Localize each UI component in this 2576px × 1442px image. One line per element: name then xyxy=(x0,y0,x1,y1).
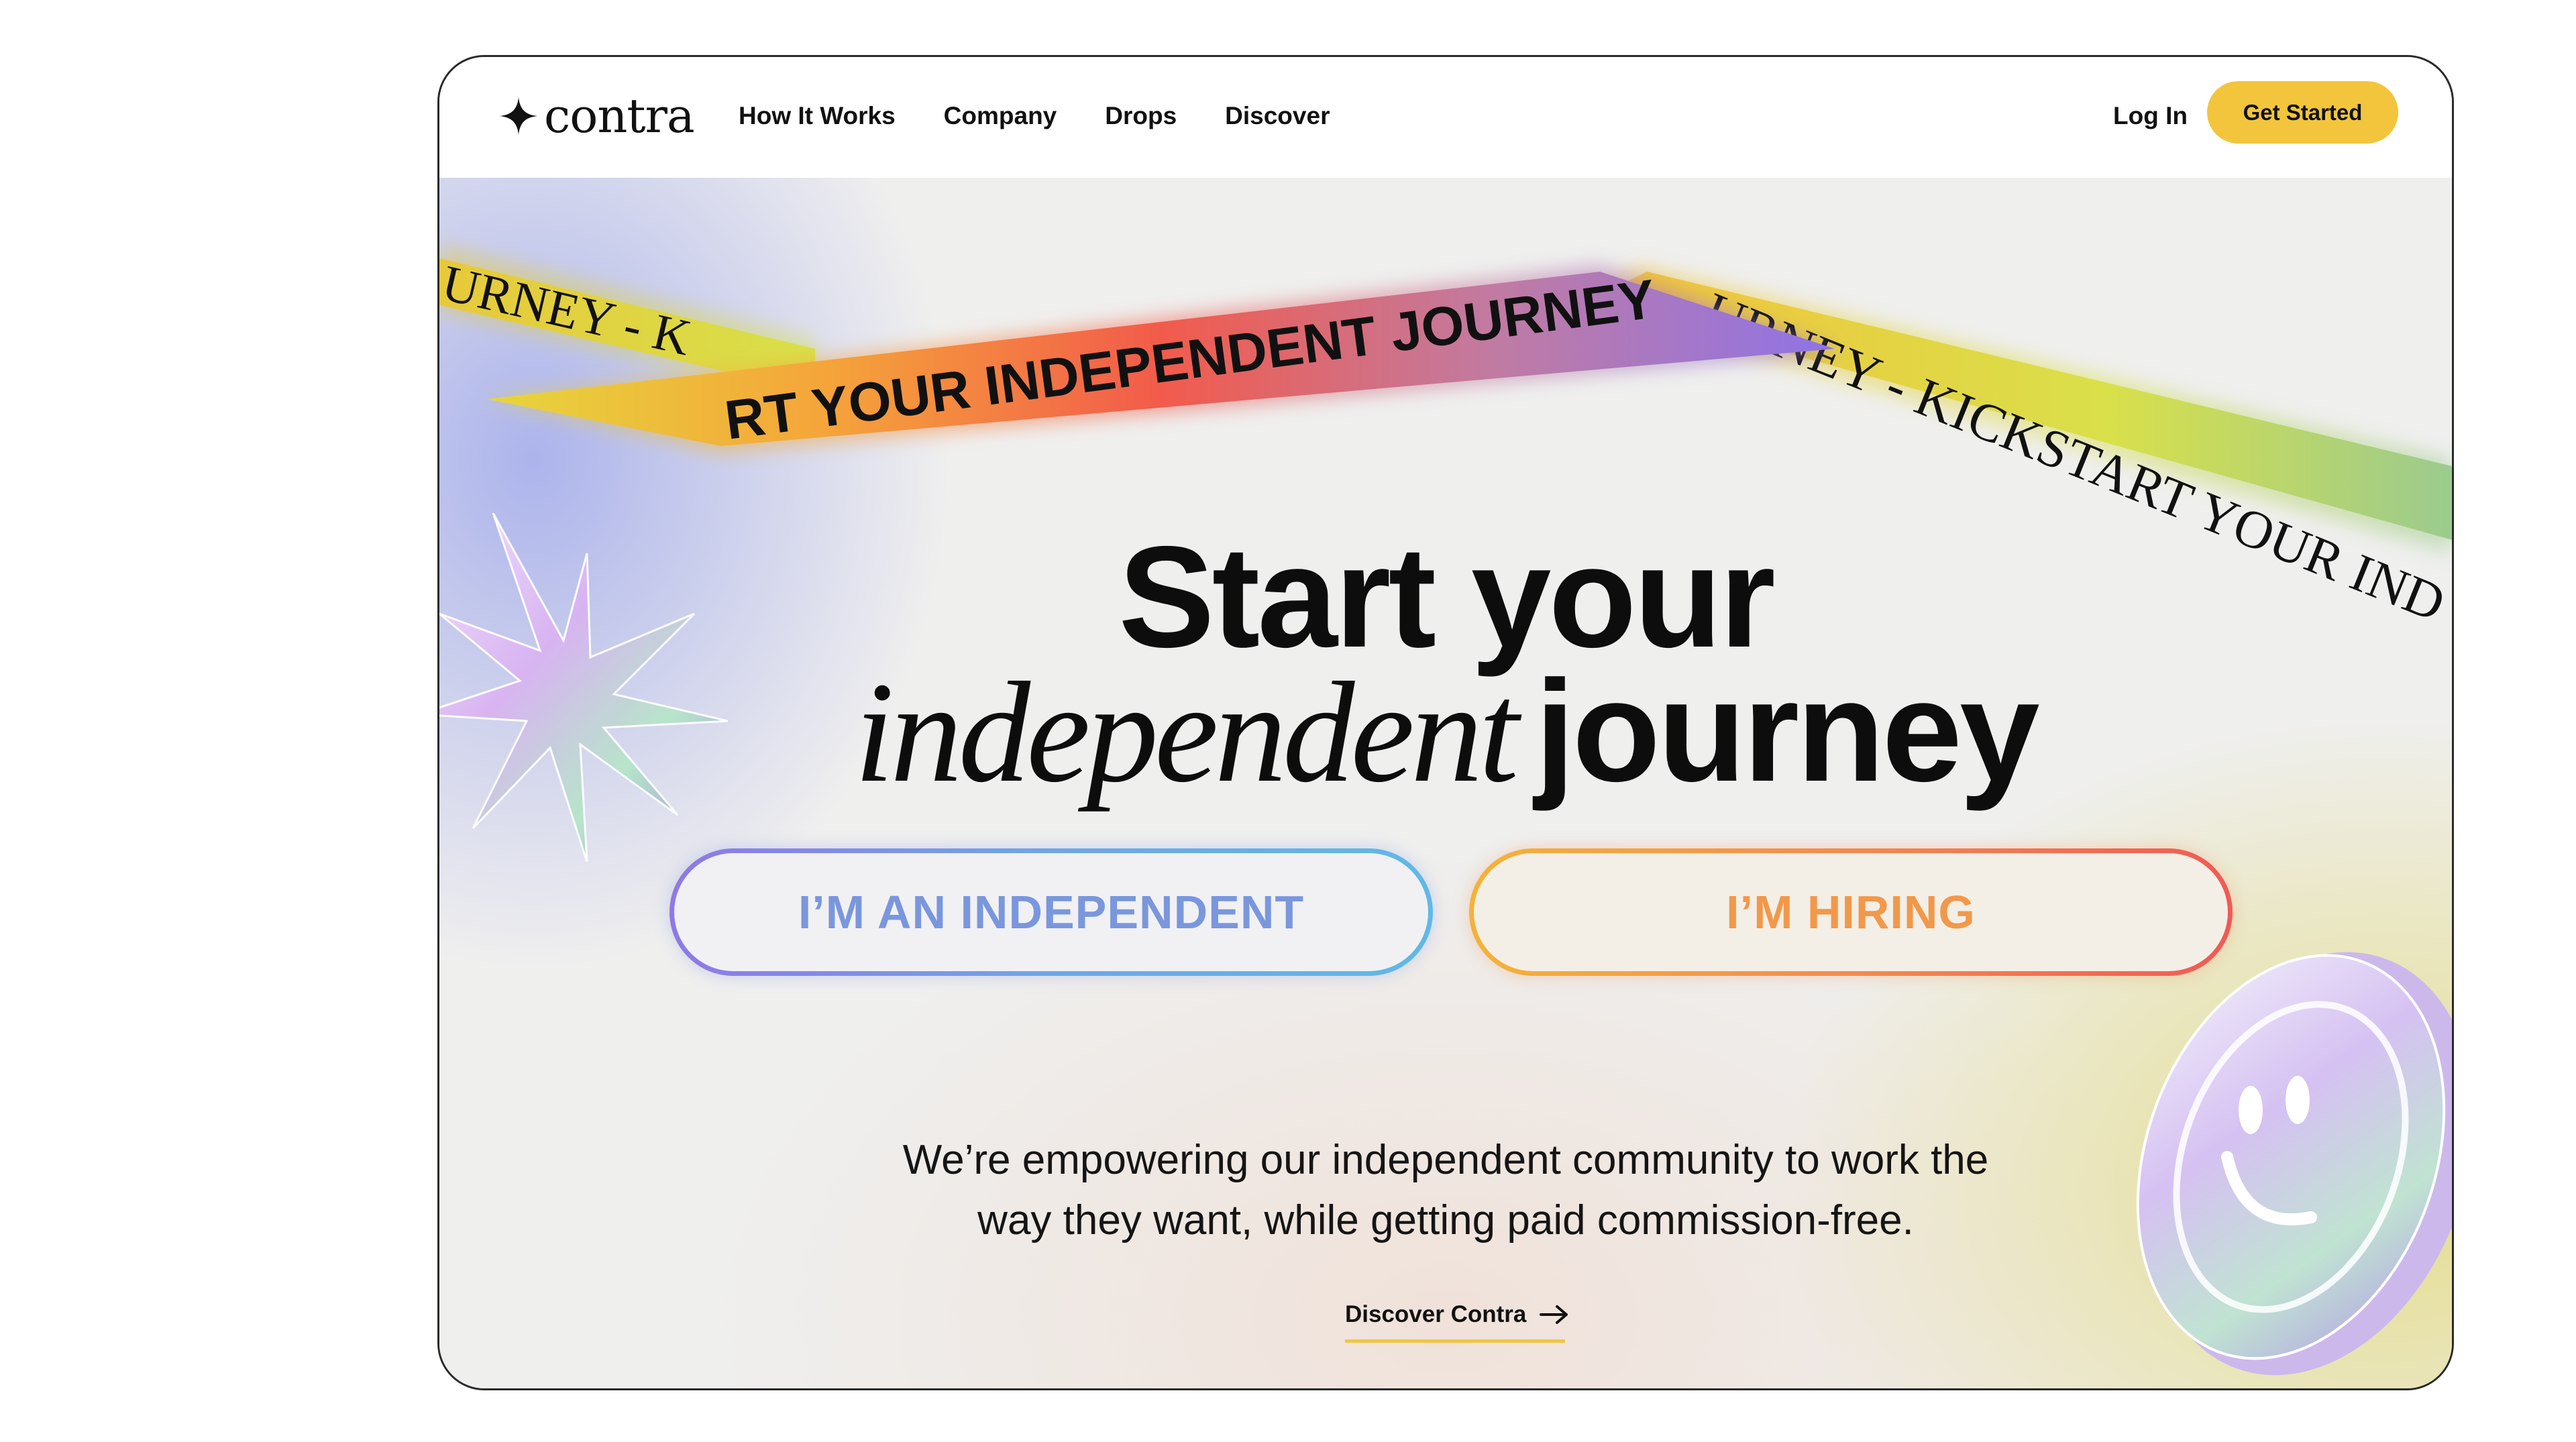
contra-logo-icon xyxy=(500,97,537,135)
discover-underline xyxy=(1345,1339,1565,1343)
hero-subtext: We’re empowering our independent communi… xyxy=(439,1130,2452,1251)
nav-drops[interactable]: Drops xyxy=(1105,97,1177,135)
top-navigation: contra How It Works Company Drops Discov… xyxy=(439,57,2452,178)
hiring-button[interactable]: I’M HIRING xyxy=(1469,848,2233,976)
login-link[interactable]: Log In xyxy=(2113,97,2188,135)
discover-contra-label: Discover Contra xyxy=(1345,1301,1527,1327)
ribbon-left-text: URNEY - K xyxy=(439,255,696,367)
headline-line-1: Start your xyxy=(1118,516,1775,677)
subtext-line-2: way they want, while getting paid commis… xyxy=(977,1197,1914,1243)
discover-contra-link[interactable]: Discover Contra xyxy=(1345,1294,1569,1335)
headline-line-2: independent journey xyxy=(439,654,2452,810)
independent-button[interactable]: I’M AN INDEPENDENT xyxy=(669,848,1433,976)
brand-name: contra xyxy=(544,89,695,144)
arrow-right-icon xyxy=(1540,1305,1568,1324)
browser-frame: contra How It Works Company Drops Discov… xyxy=(437,55,2454,1390)
subtext-line-1: We’re empowering our independent communi… xyxy=(902,1137,1989,1183)
hero-section: URNEY - K URNEY - KICKSTART YOUR IND RT … xyxy=(439,178,2452,1388)
headline-italic-word: independent xyxy=(854,652,1519,812)
headline-line-2-rest: journey xyxy=(1535,650,2040,812)
nav-how-it-works[interactable]: How It Works xyxy=(739,97,896,135)
contra-logo[interactable]: contra xyxy=(500,89,695,144)
nav-discover[interactable]: Discover xyxy=(1225,97,1330,135)
nav-company[interactable]: Company xyxy=(944,97,1057,135)
get-started-button[interactable]: Get Started xyxy=(2207,81,2398,144)
nav-links: How It Works Company Drops Discover xyxy=(739,97,1378,135)
